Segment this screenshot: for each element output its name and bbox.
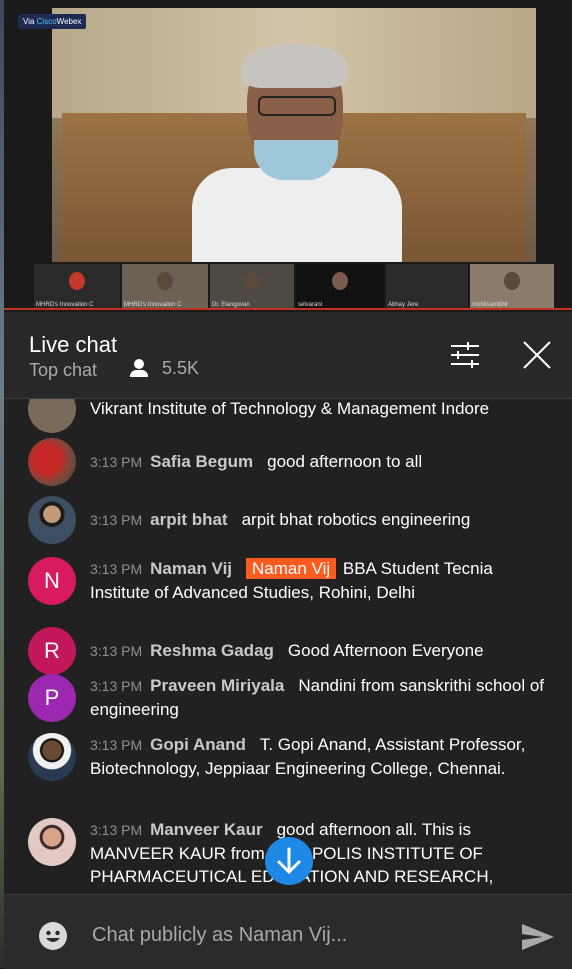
avatar-letter: R <box>44 638 60 663</box>
participant-face <box>504 272 520 290</box>
participant-thumb: selvarani <box>296 264 384 308</box>
avatar <box>28 496 76 544</box>
avatar: N <box>28 557 76 605</box>
video-player[interactable]: Via CiscoWebex MHRD's Innovation C MHRD'… <box>4 0 572 312</box>
message-time: 3:13 PM <box>90 454 143 470</box>
message-body: Good Afternoon Everyone <box>287 641 484 660</box>
avatar <box>28 733 76 781</box>
participant-face <box>157 272 173 290</box>
badge-accent: Cisco <box>36 17 57 26</box>
avatar <box>28 399 76 433</box>
message-body: good afternoon to all <box>267 452 423 471</box>
message-text: 3:13 PM Naman Vij Naman Vij BBA Student Te… <box>90 557 550 604</box>
message-text: 3:13 PM Reshma Gadag Good Afternoon Everyo… <box>90 639 550 663</box>
message-text: Vikrant Institute of Technology & Manage… <box>90 399 490 418</box>
message-author[interactable]: Naman Vij <box>150 559 232 578</box>
participant-thumb: Abhay Jere <box>386 264 468 308</box>
emoji-icon[interactable] <box>38 921 68 951</box>
chat-input[interactable] <box>90 919 494 951</box>
chat-message-list[interactable]: Vikrant Institute of Technology & Manage… <box>4 399 572 892</box>
avatar-letter: P <box>44 685 60 710</box>
speaker-mask <box>254 140 338 180</box>
person-icon <box>130 358 148 379</box>
message-time: 3:13 PM <box>90 643 143 659</box>
badge-suffix: Webex <box>56 17 82 26</box>
send-icon[interactable] <box>521 923 555 951</box>
speaker-hair <box>242 44 348 88</box>
progress-bar[interactable] <box>4 308 572 310</box>
viewer-count: 5.5K <box>130 358 199 379</box>
message-author[interactable]: Gopi Anand <box>150 735 246 754</box>
message-text: 3:13 PM Praveen Miriyala Nandini from sans… <box>90 674 550 721</box>
participant-face <box>69 272 85 290</box>
main-video-feed <box>52 8 536 262</box>
message-time: 3:13 PM <box>90 512 143 528</box>
chat-mode-selector[interactable]: Top chat <box>29 360 97 381</box>
message-text: 3:13 PM arpit bhat arpit bhat robotics eng… <box>90 508 550 532</box>
participant-thumbnails: MHRD's Innovation C MHRD's Innovation C … <box>34 264 554 308</box>
message-text: 3:13 PM Gopi Anand T. Gopi Anand, Assistan… <box>90 733 550 780</box>
chat-composer <box>4 894 572 969</box>
message-time: 3:13 PM <box>90 561 143 577</box>
avatar: P <box>28 674 76 722</box>
viewer-count-value: 5.5K <box>162 358 200 378</box>
participant-face <box>332 272 348 290</box>
message-author[interactable]: Safia Begum <box>150 452 253 471</box>
avatar: R <box>28 627 76 675</box>
chat-header: Live chat Top chat 5.5K <box>4 312 572 399</box>
message-time: 3:13 PM <box>90 822 143 838</box>
chat-title: Live chat <box>29 332 118 357</box>
message-author[interactable]: Reshma Gadag <box>150 641 274 660</box>
message-body: arpit bhat robotics engineering <box>241 510 471 529</box>
webex-badge: Via CiscoWebex <box>18 14 87 29</box>
avatar <box>28 818 76 866</box>
tune-icon[interactable] <box>450 342 480 368</box>
participant-face <box>244 272 260 290</box>
message-author[interactable]: Manveer Kaur <box>150 820 262 839</box>
speaker <box>192 44 402 262</box>
avatar <box>28 438 76 486</box>
message-time: 3:13 PM <box>90 678 143 694</box>
participant-thumb: mohitsambhir <box>470 264 554 308</box>
badge-prefix: Via <box>23 17 37 26</box>
message-time: 3:13 PM <box>90 737 143 753</box>
close-icon[interactable] <box>522 340 552 370</box>
participant-thumb: Dr. Elangovan <box>210 264 294 308</box>
speaker-glasses <box>258 96 336 116</box>
participant-thumb: MHRD's Innovation C <box>34 264 120 308</box>
scroll-to-bottom-button[interactable] <box>265 837 313 885</box>
arrow-down-icon <box>277 847 301 875</box>
avatar-letter: N <box>44 568 60 593</box>
message-author[interactable]: Praveen Miriyala <box>150 676 284 695</box>
message-author[interactable]: arpit bhat <box>150 510 227 529</box>
message-text: 3:13 PM Manveer Kaur good afternoon all. T… <box>90 818 550 888</box>
speaker-shirt <box>192 168 402 262</box>
participant-thumb: MHRD's Innovation C <box>122 264 208 308</box>
mention-chip[interactable]: Naman Vij <box>246 558 337 579</box>
message-text: 3:13 PM Safia Begum good afternoon to all <box>90 450 550 474</box>
